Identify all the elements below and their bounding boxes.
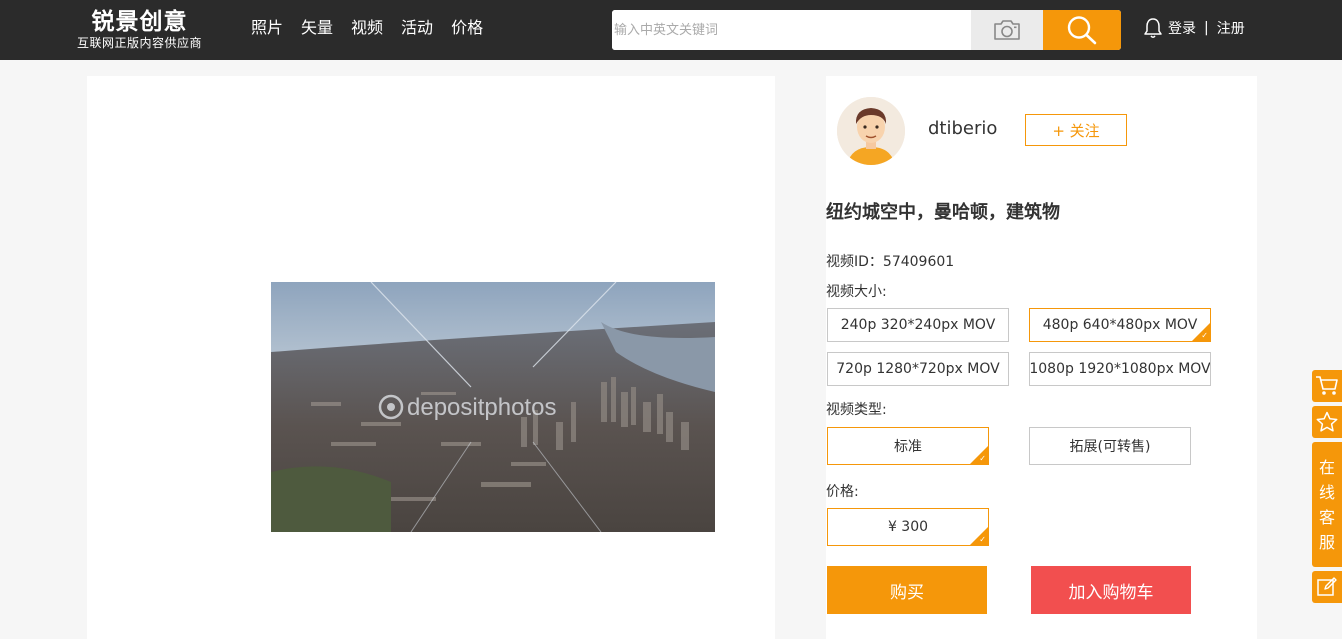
register-link[interactable]: 注册 — [1217, 18, 1245, 38]
nav-pricing[interactable]: 价格 — [451, 17, 483, 39]
search-bar — [612, 10, 1121, 50]
link-separator: | — [1204, 20, 1209, 36]
size-label: 视频大小: — [826, 284, 887, 300]
check-icon: ✓ — [979, 454, 986, 463]
check-icon: ✓ — [979, 535, 986, 544]
author-name[interactable]: dtiberio — [928, 118, 997, 139]
size-option-240p[interactable]: 240p 320*240px MOV✓ — [827, 308, 1009, 342]
search-input[interactable] — [612, 10, 971, 50]
video-id: 视频ID：57409601 — [826, 254, 955, 270]
follow-button[interactable]: + 关注 — [1025, 114, 1127, 146]
bell-icon[interactable] — [1143, 17, 1163, 39]
preview-panel: depositphotos — [87, 76, 775, 639]
price-text: ¥ 300 — [887, 519, 929, 535]
nav-vectors[interactable]: 矢量 — [301, 17, 333, 39]
main-nav: 照片 矢量 视频 活动 价格 — [251, 17, 501, 39]
info-panel: dtiberio + 关注 纽约城空中，曼哈顿，建筑物 视频ID：5740960… — [826, 76, 1257, 639]
image-search-button[interactable] — [971, 10, 1043, 50]
camera-icon — [994, 20, 1020, 40]
service-char: 客 — [1318, 507, 1335, 527]
size-option-label: 240p 320*240px MOV — [840, 317, 996, 333]
size-option-label: 1080p 1920*1080px MOV — [1029, 361, 1211, 377]
type-label: 视频类型: — [826, 402, 887, 418]
avatar-illustration — [837, 97, 905, 165]
nav-events[interactable]: 活动 — [401, 17, 433, 39]
video-preview[interactable]: depositphotos — [271, 282, 715, 532]
service-char: 在 — [1318, 457, 1335, 477]
service-char: 线 — [1318, 482, 1335, 502]
type-option-label: 标准 — [894, 439, 922, 455]
aerial-city-thumbnail: depositphotos — [271, 282, 715, 532]
edit-icon — [1317, 577, 1337, 596]
login-link[interactable]: 登录 — [1168, 18, 1196, 38]
size-option-720p[interactable]: 720p 1280*720px MOV✓ — [827, 352, 1009, 386]
cart-icon — [1316, 376, 1338, 395]
search-button[interactable] — [1043, 10, 1121, 50]
user-links: 登录 | 注册 — [1143, 17, 1245, 39]
side-cart-button[interactable] — [1312, 370, 1342, 402]
star-icon — [1316, 411, 1338, 432]
search-icon — [1067, 16, 1097, 45]
nav-videos[interactable]: 视频 — [351, 17, 383, 39]
nav-photos[interactable]: 照片 — [251, 17, 283, 39]
buy-button[interactable]: 购买 — [827, 566, 987, 614]
type-option-extended[interactable]: 拓展(可转售)✓ — [1029, 427, 1191, 465]
logo-slogan: 互联网正版内容供应商 — [76, 36, 202, 50]
side-favorite-button[interactable] — [1312, 406, 1342, 438]
side-feedback-button[interactable] — [1312, 571, 1342, 603]
check-icon: ✓ — [1201, 331, 1208, 340]
video-title: 纽约城空中，曼哈顿，建筑物 — [826, 202, 1060, 223]
size-option-label: 720p 1280*720px MOV — [836, 361, 1000, 377]
author-avatar[interactable] — [837, 97, 905, 165]
price-value: ¥ 300 ✓ — [827, 508, 989, 546]
price-label: 价格: — [826, 484, 859, 500]
size-option-label: 480p 640*480px MOV — [1042, 317, 1198, 333]
site-logo[interactable]: 锐景创意 互联网正版内容供应商 — [72, 8, 207, 51]
watermark-text: depositphotos — [407, 394, 556, 421]
side-online-service-button[interactable]: 在 线 客 服 — [1312, 442, 1342, 567]
type-option-standard[interactable]: 标准 ✓ — [827, 427, 989, 465]
add-to-cart-button[interactable]: 加入购物车 — [1031, 566, 1191, 614]
size-option-480p[interactable]: 480p 640*480px MOV ✓ — [1029, 308, 1211, 342]
logo-title: 锐景创意 — [91, 9, 188, 35]
type-option-label: 拓展(可转售) — [1069, 439, 1151, 455]
top-header: 锐景创意 互联网正版内容供应商 照片 矢量 视频 活动 价格 输入中英文关键词 … — [0, 0, 1342, 60]
size-option-1080p[interactable]: 1080p 1920*1080px MOV✓ — [1029, 352, 1211, 386]
service-char: 服 — [1318, 532, 1335, 552]
